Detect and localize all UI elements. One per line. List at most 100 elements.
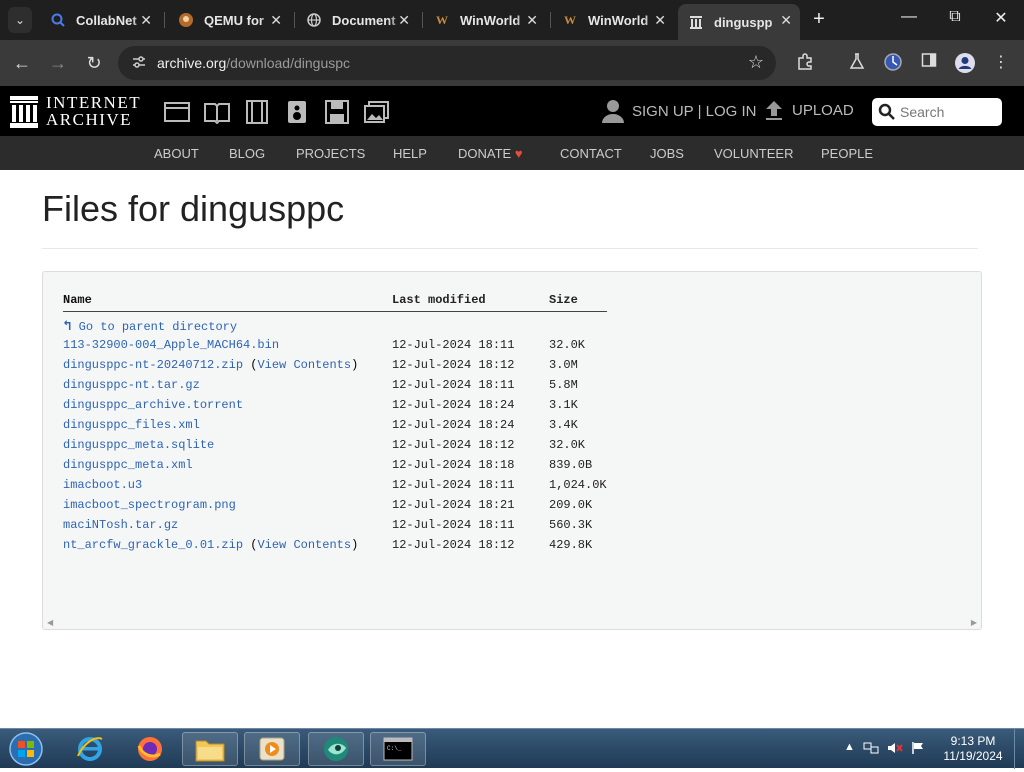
- extension-status-icon[interactable]: [882, 52, 904, 74]
- close-window-button[interactable]: ✕: [986, 8, 1016, 28]
- search-icon: [50, 12, 66, 28]
- file-link[interactable]: dingusppc_archive.torrent: [63, 398, 243, 412]
- archive-wordmark[interactable]: INTERNET ARCHIVE: [46, 94, 141, 128]
- forward-button[interactable]: →: [46, 51, 70, 75]
- start-button[interactable]: [6, 731, 46, 767]
- site-info-icon[interactable]: [130, 54, 148, 72]
- side-panel-icon[interactable]: [918, 52, 940, 74]
- header-modified[interactable]: Last modified: [392, 293, 486, 307]
- url-text[interactable]: archive.org/download/dinguspc: [157, 55, 350, 71]
- reload-button[interactable]: ↻: [82, 51, 106, 75]
- images-icon[interactable]: [364, 100, 390, 124]
- audio-icon[interactable]: [284, 100, 310, 124]
- svg-text:C:\_: C:\_: [387, 745, 402, 752]
- cmd-taskbar-button[interactable]: C:\_: [370, 732, 426, 766]
- labs-flask-icon[interactable]: [846, 52, 868, 74]
- file-link[interactable]: imacboot.u3: [63, 478, 142, 492]
- nav-projects[interactable]: PROJECTS: [296, 146, 365, 161]
- menu-dots-icon[interactable]: ⋮: [990, 52, 1012, 74]
- tab-search-button[interactable]: ⌄: [8, 7, 32, 33]
- file-link[interactable]: 113-32900-004_Apple_MACH64.bin: [63, 338, 279, 352]
- parent-directory-link[interactable]: ↰ Go to parent directory: [63, 318, 237, 335]
- software-icon[interactable]: [324, 100, 350, 124]
- file-link[interactable]: dingusppc_files.xml: [63, 418, 200, 432]
- windows-logo-icon: [9, 732, 43, 766]
- cmd-icon: C:\_: [383, 737, 413, 761]
- profile-avatar-icon[interactable]: [954, 52, 976, 74]
- back-button[interactable]: ←: [10, 51, 34, 75]
- app-taskbar-button[interactable]: [308, 732, 364, 766]
- search-input[interactable]: Search: [872, 98, 1002, 126]
- search-icon: [878, 103, 895, 120]
- show-desktop-button[interactable]: [1014, 729, 1024, 769]
- taskbar: C:\_ ▲ 9:13 PM 11/19/2024: [0, 728, 1024, 769]
- view-contents-link[interactable]: View Contents: [257, 538, 351, 552]
- web-icon[interactable]: [164, 100, 190, 124]
- nav-blog[interactable]: BLOG: [229, 146, 265, 161]
- file-size: 839.0B: [549, 458, 593, 472]
- volume-muted-icon[interactable]: [887, 741, 903, 758]
- close-icon[interactable]: ✕: [270, 12, 282, 29]
- network-icon[interactable]: [863, 741, 879, 758]
- clock-time: 9:13 PM: [950, 734, 996, 748]
- new-tab-button[interactable]: +: [808, 8, 830, 32]
- nav-jobs[interactable]: JOBS: [650, 146, 684, 161]
- nav-people[interactable]: PEOPLE: [821, 146, 873, 161]
- nav-donate[interactable]: DONATE ♥: [458, 146, 523, 161]
- file-modified: 12-Jul-2024 18:12: [392, 538, 515, 552]
- file-modified: 12-Jul-2024 18:11: [392, 518, 515, 532]
- minimize-button[interactable]: —: [894, 8, 924, 26]
- file-link[interactable]: imacboot_spectrogram.png: [63, 498, 236, 512]
- clock-date: 11/19/2024: [943, 749, 1003, 763]
- explorer-taskbar-button[interactable]: [182, 732, 238, 766]
- nav-help[interactable]: HELP: [393, 146, 427, 161]
- texts-icon[interactable]: [204, 100, 230, 125]
- view-contents-link[interactable]: View Contents: [257, 358, 351, 372]
- upload-link[interactable]: UPLOAD: [764, 99, 854, 121]
- tab-qemu[interactable]: QEMU for ✕: [168, 4, 290, 36]
- archive-logo-icon[interactable]: [10, 96, 38, 128]
- close-icon[interactable]: ✕: [398, 12, 410, 29]
- scroll-right-arrow[interactable]: ▶: [971, 618, 977, 627]
- close-icon[interactable]: ✕: [526, 12, 538, 29]
- file-modified: 12-Jul-2024 18:11: [392, 378, 515, 392]
- winworld-icon: W: [436, 12, 448, 27]
- tab-winworld-1[interactable]: W WinWorld ✕: [424, 4, 546, 36]
- scroll-left-arrow[interactable]: ◀: [47, 618, 53, 627]
- reload-icon: ↻: [86, 53, 102, 73]
- close-icon[interactable]: ✕: [780, 12, 792, 29]
- tab-document[interactable]: Document ✕: [296, 4, 418, 36]
- close-icon[interactable]: ✕: [654, 12, 666, 29]
- address-bar[interactable]: archive.org/download/dinguspc ☆: [118, 46, 776, 80]
- extensions-icon[interactable]: [794, 52, 816, 74]
- media-player-taskbar-button[interactable]: [244, 732, 300, 766]
- nav-volunteer[interactable]: VOLUNTEER: [714, 146, 793, 161]
- file-modified: 12-Jul-2024 18:21: [392, 498, 515, 512]
- bookmark-star-icon[interactable]: ☆: [748, 52, 764, 73]
- file-link[interactable]: dingusppc-nt-20240712.zip: [63, 358, 243, 372]
- file-link[interactable]: dingusppc_meta.xml: [63, 458, 193, 472]
- tab-collabnet[interactable]: CollabNet ✕: [40, 4, 160, 36]
- file-link[interactable]: maciNTosh.tar.gz: [63, 518, 178, 532]
- show-hidden-icons-icon[interactable]: ▲: [844, 741, 855, 758]
- file-link[interactable]: nt_arcfw_grackle_0.01.zip: [63, 538, 243, 552]
- nav-about[interactable]: ABOUT: [154, 146, 199, 161]
- restore-button[interactable]: ⧉: [940, 8, 970, 26]
- close-icon[interactable]: ✕: [140, 12, 152, 29]
- header-size[interactable]: Size: [549, 293, 578, 307]
- internet-explorer-taskbar-button[interactable]: [62, 732, 118, 766]
- header-name[interactable]: Name: [63, 293, 92, 307]
- firefox-taskbar-button[interactable]: [122, 732, 178, 766]
- action-center-flag-icon[interactable]: [911, 741, 925, 758]
- file-link[interactable]: dingusppc-nt.tar.gz: [63, 378, 200, 392]
- nav-contact[interactable]: CONTACT: [560, 146, 622, 161]
- clock[interactable]: 9:13 PM 11/19/2024: [940, 734, 1006, 764]
- tab-winworld-2[interactable]: W WinWorld ✕: [552, 4, 674, 36]
- file-modified: 12-Jul-2024 18:18: [392, 458, 515, 472]
- winworld-icon: W: [564, 12, 576, 27]
- internet-explorer-icon: [77, 737, 103, 761]
- tab-dingusppc[interactable]: dinguspp ✕: [678, 4, 800, 40]
- file-link[interactable]: dingusppc_meta.sqlite: [63, 438, 214, 452]
- video-icon[interactable]: [244, 100, 270, 124]
- sign-up-login-link[interactable]: SIGN UP | LOG IN: [602, 99, 756, 123]
